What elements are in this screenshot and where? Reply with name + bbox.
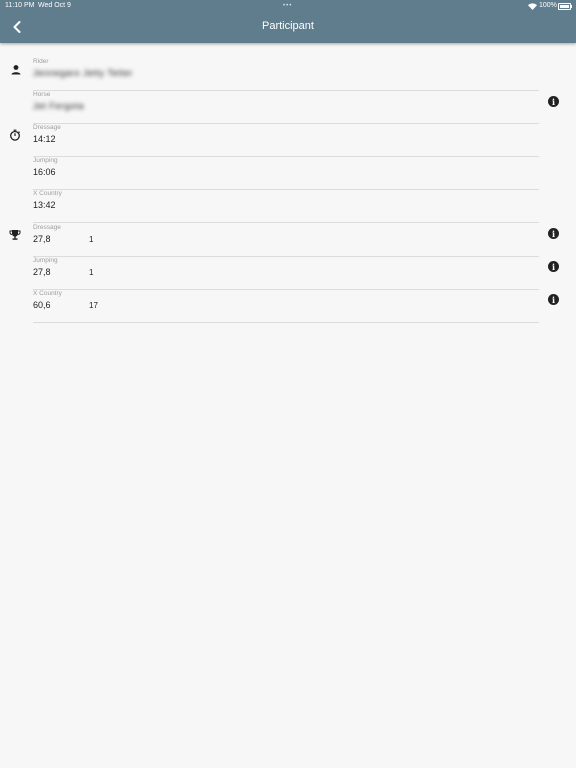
score-label: Jumping: [33, 257, 58, 264]
score-value: 60,6: [33, 300, 51, 310]
score-value: 27,8: [33, 267, 51, 277]
rank-value: 1: [89, 268, 94, 277]
time-label: Jumping: [33, 157, 58, 164]
rider-value: Jennegaro Jetty Tetter: [33, 68, 133, 78]
time-value: 14:12: [33, 134, 56, 144]
time-label: Dressage: [33, 124, 61, 131]
time-value: 16:06: [33, 167, 56, 177]
battery-icon: [558, 3, 572, 10]
horse-field: Horse Jet Fergota: [33, 91, 539, 124]
battery-percent: 100%: [539, 2, 557, 9]
time-field-jumping: Jumping 16:06: [33, 157, 539, 190]
score-field-dressage: Dressage 27,8 1: [33, 224, 539, 257]
jumping-info-icon[interactable]: i: [548, 261, 559, 272]
status-date: Wed Oct 9: [38, 2, 71, 9]
status-time: 11:10 PM: [5, 2, 35, 9]
time-value: 13:42: [33, 200, 56, 210]
score-value: 27,8: [33, 234, 51, 244]
divider: [33, 222, 539, 223]
person-icon: [11, 65, 21, 75]
multitasking-dots-icon: •••: [283, 3, 293, 9]
rank-value: 1: [89, 235, 94, 244]
time-field-dressage: Dressage 14:12: [33, 124, 539, 157]
stopwatch-icon: [10, 129, 20, 141]
divider: [33, 322, 539, 323]
score-label: X Country: [33, 290, 62, 297]
rank-value: 17: [89, 301, 98, 310]
wifi-icon: [528, 3, 537, 15]
time-field-xcountry: X Country 13:42: [33, 190, 539, 223]
trophy-icon: [9, 230, 21, 240]
rider-label: Rider: [33, 58, 49, 65]
horse-value: Jet Fergota: [33, 101, 85, 111]
score-field-jumping: Jumping 27,8 1: [33, 257, 539, 290]
horse-label: Horse: [33, 91, 51, 98]
page-title: Participant: [262, 20, 314, 32]
dressage-info-icon[interactable]: i: [548, 228, 559, 239]
xcountry-info-icon[interactable]: i: [548, 294, 559, 305]
rider-field: Rider Jennegaro Jetty Tetter: [33, 58, 539, 91]
status-bar: 11:10 PM Wed Oct 9 ••• 100%: [0, 0, 576, 12]
time-label: X Country: [33, 190, 62, 197]
score-field-xcountry: X Country 60,6 17: [33, 290, 539, 323]
app-bar: 11:10 PM Wed Oct 9 ••• 100% Participant: [0, 0, 576, 43]
score-label: Dressage: [33, 224, 61, 231]
horse-info-icon[interactable]: i: [548, 96, 559, 107]
